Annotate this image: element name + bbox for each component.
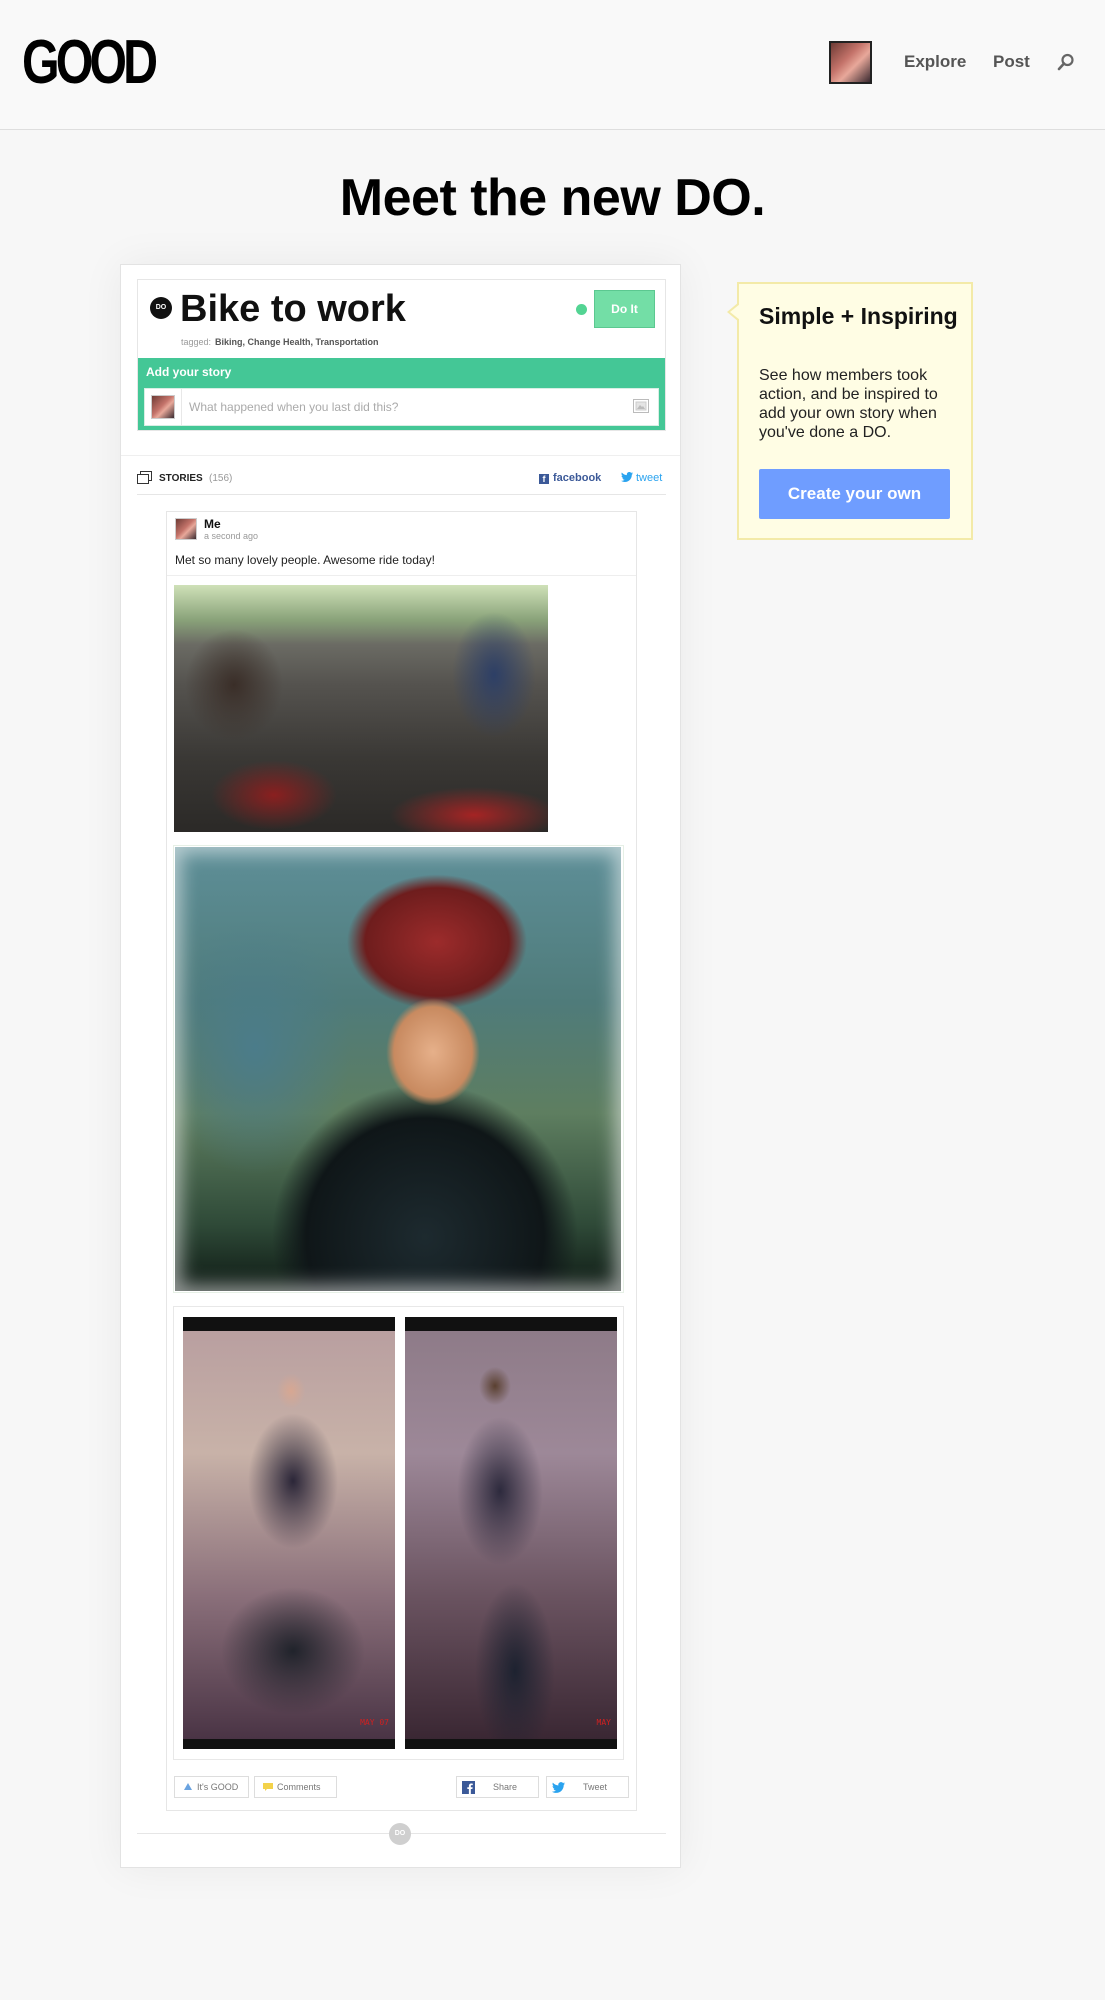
film-date-stamp: MAY	[596, 1718, 611, 1727]
tweet-button-label: Tweet	[583, 1782, 608, 1792]
photo-bikes-street[interactable]	[174, 585, 548, 832]
stories-stack-icon	[137, 471, 152, 484]
its-good-label: It's GOOD	[197, 1782, 239, 1792]
stories-count: (156)	[209, 473, 233, 484]
add-story-panel: Add your story	[138, 358, 665, 430]
facebook-icon	[462, 1781, 475, 1794]
stories-bar: STORIES (156) f facebook tweet	[137, 469, 666, 495]
do-it-button[interactable]: Do It	[594, 290, 655, 328]
comment-bubble-icon	[263, 1783, 273, 1791]
do-badge-icon: DO	[150, 297, 172, 319]
comments-button[interactable]: Comments	[254, 1776, 337, 1798]
do-badge-icon: DO	[389, 1823, 411, 1845]
twitter-bird-icon	[621, 472, 633, 482]
film-marking: F4	[187, 1319, 197, 1328]
do-title: Bike to work	[180, 288, 406, 330]
share-label: Share	[493, 1782, 518, 1792]
do-preview-card: DO Bike to work tagged: Biking, Change He…	[120, 264, 681, 1868]
post-timestamp: a second ago	[204, 531, 259, 541]
photo-kid-helmet[interactable]	[175, 847, 621, 1291]
facebook-share-link[interactable]: f facebook	[539, 472, 601, 484]
photo-man-back[interactable]: /s f2.8 MAY	[405, 1317, 617, 1749]
image-upload-icon[interactable]	[633, 399, 649, 413]
post-action-bar: It's GOOD Comments Share Tweet	[167, 1766, 636, 1810]
input-separator	[181, 389, 182, 425]
photo-man-front[interactable]: F4 MAY 07	[183, 1317, 395, 1749]
tweet-button[interactable]: Tweet	[546, 1776, 629, 1798]
site-header: GOOD Explore Post	[0, 0, 1105, 130]
callout-arrow	[730, 304, 740, 320]
tag-list[interactable]: Biking, Change Health, Transportation	[215, 337, 379, 347]
status-dot-icon	[576, 304, 587, 315]
comments-label: Comments	[277, 1782, 321, 1792]
create-your-own-button[interactable]: Create your own	[759, 469, 950, 519]
film-date-stamp: MAY 07	[360, 1718, 389, 1727]
stories-label: STORIES	[159, 473, 203, 484]
tweet-share-link[interactable]: tweet	[621, 472, 662, 484]
callout-simple-inspiring: Simple + Inspiring See how members took …	[727, 282, 973, 540]
add-story-label: Add your story	[146, 365, 232, 379]
do-summary-box: DO Bike to work tagged: Biking, Change He…	[137, 279, 666, 431]
post-text: Met so many lovely people. Awesome ride …	[175, 553, 435, 567]
facebook-share-button[interactable]: Share	[456, 1776, 539, 1798]
story-input-wrapper	[144, 388, 659, 426]
callout-body: See how members took action, and be insp…	[759, 367, 938, 441]
search-icon[interactable]	[1057, 53, 1075, 71]
page-headline: Meet the new DO.	[339, 169, 766, 227]
tweet-label: tweet	[636, 472, 663, 484]
good-logo[interactable]: GOOD	[22, 32, 158, 94]
triangle-up-icon	[184, 1783, 192, 1790]
film-marking: /s f2.8	[409, 1319, 443, 1328]
divider	[121, 455, 680, 456]
nav-explore-link[interactable]: Explore	[904, 52, 966, 72]
post-author[interactable]: Me	[204, 517, 221, 531]
story-post: Me a second ago Met so many lovely peopl…	[166, 511, 637, 1811]
divider	[167, 575, 636, 576]
input-avatar	[151, 395, 175, 419]
facebook-icon: f	[539, 474, 549, 484]
user-avatar[interactable]	[829, 41, 872, 84]
its-good-button[interactable]: It's GOOD	[174, 1776, 249, 1798]
do-tags: tagged: Biking, Change Health, Transporta…	[181, 337, 379, 347]
story-input[interactable]	[189, 397, 609, 417]
nav-post-link[interactable]: Post	[993, 52, 1030, 72]
facebook-label: facebook	[553, 472, 602, 484]
callout-title: Simple + Inspiring	[759, 303, 958, 329]
tagged-label: tagged:	[181, 337, 212, 347]
twitter-bird-icon	[552, 1782, 565, 1793]
post-author-avatar[interactable]	[175, 518, 197, 540]
